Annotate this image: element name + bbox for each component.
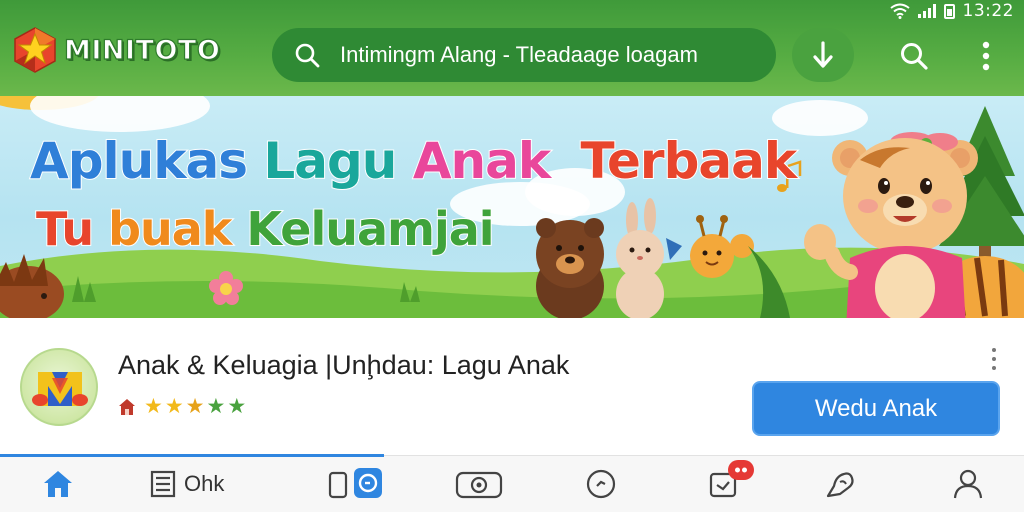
- promo-banner[interactable]: Aplukas Lagu Anak Terbaak Tu buak Keluam…: [0, 96, 1024, 318]
- rating-stars: ★ ★ ★ ★ ★: [118, 394, 246, 419]
- install-button[interactable]: Wedu Anak: [752, 381, 1000, 436]
- app-screen: 13:22 MINITOTO Intimingm Alang - Tleadaa…: [0, 0, 1024, 512]
- headline-word: Tu: [35, 201, 95, 257]
- clock-icon: [586, 469, 616, 499]
- logo-text: MINITOTO: [63, 34, 221, 66]
- headline-word: Aplukas: [29, 131, 249, 191]
- house-badge-icon: [119, 398, 135, 415]
- status-bar: 13:22: [889, 0, 1015, 22]
- app-title: Anak & Keluagia |Unḩdau: Lagu Anak: [118, 350, 570, 380]
- list-icon: [150, 470, 176, 498]
- camera-icon: [455, 471, 503, 499]
- nav-clock[interactable]: [585, 466, 617, 502]
- hand-icon: [826, 472, 854, 498]
- wifi-icon: [889, 3, 910, 19]
- download-button[interactable]: [792, 28, 854, 82]
- arrow-down-icon: [813, 41, 833, 68]
- nav-active-indicator: [0, 454, 384, 457]
- nav-notifications[interactable]: [708, 460, 754, 502]
- status-time: 13:22: [962, 1, 1014, 21]
- search-button[interactable]: [890, 32, 938, 80]
- headline-word: Terbaak: [580, 131, 799, 191]
- top-bar: 13:22 MINITOTO Intimingm Alang - Tleadaa…: [0, 0, 1024, 96]
- notification-badge: [728, 460, 754, 480]
- nav-home[interactable]: [42, 466, 74, 502]
- battery-icon: [943, 3, 955, 19]
- headline-word: Anak: [412, 131, 552, 191]
- nav-list-label: Ohk: [184, 471, 225, 496]
- search-icon: [901, 43, 928, 70]
- bottom-nav: Ohk: [0, 454, 1024, 512]
- star-icon: ★: [164, 395, 184, 418]
- search-text: Intimingm Alang - Tleadaage loagam: [340, 42, 698, 67]
- more-options-button[interactable]: [970, 32, 1002, 80]
- star-icon: ★: [144, 395, 163, 418]
- search-icon: [295, 43, 320, 68]
- app-logo[interactable]: MINITOTO: [10, 22, 220, 78]
- banner-headline-line1: Aplukas Lagu Anak Terbaak: [29, 131, 799, 191]
- search-bar[interactable]: Intimingm Alang - Tleadaage loagam: [272, 28, 776, 82]
- banner-headline-line2: Tu buak Keluamjai: [35, 201, 496, 257]
- app-more-options-button[interactable]: [986, 348, 1002, 370]
- star-icon: ★: [227, 395, 247, 418]
- nav-music[interactable]: [328, 466, 384, 502]
- more-vertical-icon: [982, 41, 990, 71]
- app-icon[interactable]: [20, 348, 98, 426]
- phone-music-icon: [328, 468, 382, 499]
- home-icon: [44, 471, 72, 497]
- signal-icon: [917, 4, 936, 18]
- headline-word: Lagu: [262, 131, 398, 191]
- star-logo-icon: [14, 27, 56, 73]
- badge-mark-icon: [735, 467, 747, 473]
- app-logo-m-icon: [32, 372, 88, 406]
- nav-camera[interactable]: [455, 466, 503, 502]
- nav-list[interactable]: Ohk: [150, 466, 224, 502]
- app-info-row: Anak & Keluagia |Unḩdau: Lagu Anak ★ ★ ★…: [0, 318, 1024, 456]
- nav-profile[interactable]: [952, 466, 984, 502]
- star-icon: ★: [206, 395, 226, 418]
- nav-hand[interactable]: [824, 466, 858, 502]
- star-icon: ★: [185, 395, 205, 418]
- headline-word: buak: [107, 201, 233, 257]
- profile-icon: [953, 469, 983, 499]
- headline-word: Keluamjai: [245, 201, 495, 257]
